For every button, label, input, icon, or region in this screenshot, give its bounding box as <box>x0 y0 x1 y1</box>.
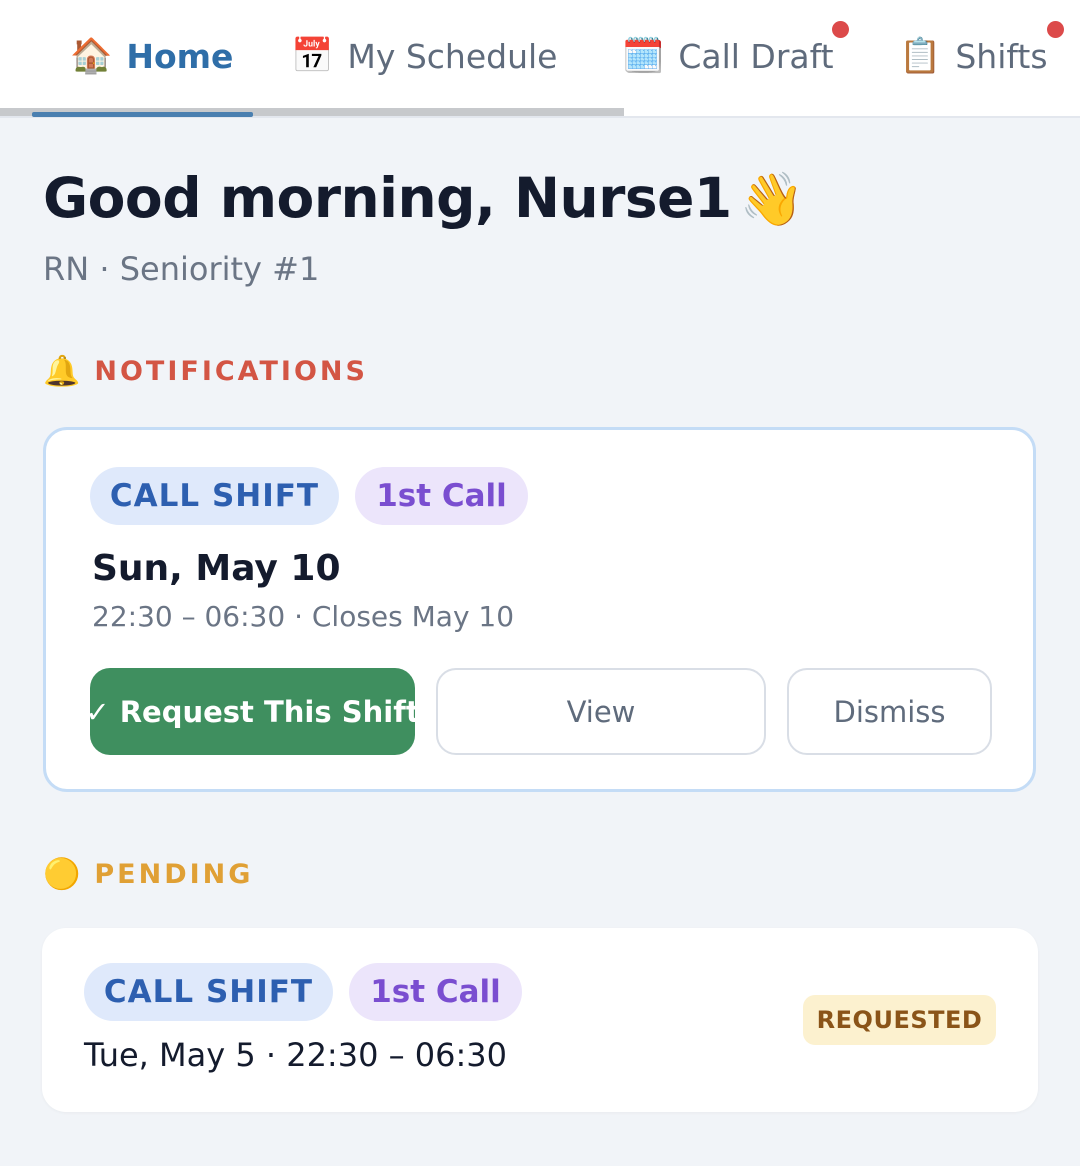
view-button[interactable]: View <box>436 668 766 755</box>
role-seniority: RN · Seniority #1 <box>43 250 320 288</box>
active-tab-indicator <box>32 112 253 117</box>
tab-call-draft-label: Call Draft <box>678 36 834 76</box>
clipboard-icon: 📋 <box>899 36 942 76</box>
pending-shift-details: Tue, May 5 · 22:30 – 06:30 <box>84 1036 507 1074</box>
waving-hand-icon: 👋 <box>739 170 805 230</box>
bell-icon: 🔔 <box>43 354 81 389</box>
shifts-notification-dot <box>1047 21 1064 38</box>
tab-my-schedule-label: My Schedule <box>347 36 558 76</box>
shift-type-chip: CALL SHIFT <box>90 467 339 525</box>
shift-time-closing: 22:30 – 06:30 · Closes May 10 <box>92 600 515 633</box>
notifications-title: NOTIFICATIONS <box>94 356 368 387</box>
pending-title: PENDING <box>94 859 254 890</box>
shift-date: Sun, May 10 <box>92 548 341 589</box>
calendar-icon: 📅 <box>291 36 334 76</box>
pending-card[interactable]: CALL SHIFT 1st Call Tue, May 5 · 22:30 –… <box>42 928 1038 1112</box>
greeting-heading: Good morning, Nurse1 👋 <box>43 166 804 230</box>
yellow-circle-icon: 🟡 <box>43 857 81 892</box>
tab-shifts-label: Shifts <box>955 36 1048 76</box>
top-tab-bar: 🏠 Home 📅 My Schedule 🗓️ Call Draft 📋 Shi… <box>0 0 1080 118</box>
tab-my-schedule[interactable]: 📅 My Schedule <box>291 30 557 82</box>
shift-type-chip: CALL SHIFT <box>84 963 333 1021</box>
dismiss-button[interactable]: Dismiss <box>787 668 992 755</box>
tab-home-label: Home <box>126 36 234 76</box>
call-level-chip: 1st Call <box>355 467 528 525</box>
tab-home[interactable]: 🏠 Home <box>70 30 233 82</box>
notifications-heading: 🔔 NOTIFICATIONS <box>43 354 368 389</box>
house-icon: 🏠 <box>70 36 113 76</box>
call-level-chip: 1st Call <box>349 963 522 1021</box>
notification-card: CALL SHIFT 1st Call Sun, May 10 22:30 – … <box>43 427 1036 792</box>
request-shift-button[interactable]: ✓ Request This Shift <box>85 668 420 755</box>
call-draft-notification-dot <box>832 21 849 38</box>
pending-heading: 🟡 PENDING <box>43 857 253 892</box>
tab-call-draft[interactable]: 🗓️ Call Draft <box>622 30 834 82</box>
tab-shifts[interactable]: 📋 Shifts <box>899 30 1048 82</box>
status-badge: REQUESTED <box>803 995 996 1045</box>
spiral-calendar-icon: 🗓️ <box>622 36 665 76</box>
greeting-text: Good morning, Nurse1 <box>43 166 732 230</box>
